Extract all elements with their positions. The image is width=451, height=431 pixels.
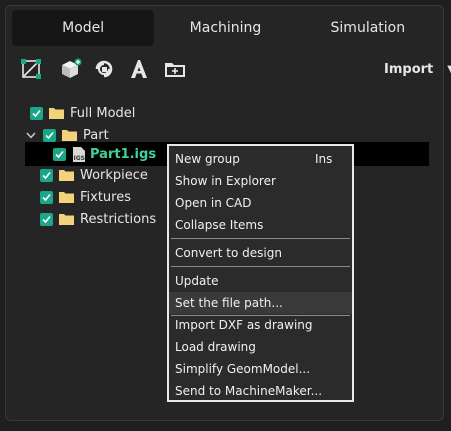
menu-separator bbox=[171, 266, 350, 267]
folder-icon bbox=[49, 108, 64, 119]
tab-machining[interactable]: Machining bbox=[154, 10, 296, 46]
menu-item-show-in-explorer[interactable]: Show in Explorer bbox=[169, 170, 352, 192]
folder-icon bbox=[59, 192, 74, 203]
menu-item-simplify[interactable]: Simplify GeomModel... bbox=[169, 358, 352, 380]
tree-label-full-model: Full Model bbox=[70, 105, 136, 121]
svg-text:IGS: IGS bbox=[74, 155, 85, 162]
tree-label-part: Part bbox=[83, 127, 109, 143]
tree-item-full-model[interactable]: Full Model bbox=[30, 102, 135, 124]
tree-item-part1[interactable]: IGS Part1.igs bbox=[53, 143, 156, 165]
checkbox-full-model[interactable] bbox=[30, 106, 43, 120]
tree-label-part1: Part1.igs bbox=[90, 146, 157, 162]
tab-machining-label: Machining bbox=[189, 20, 262, 36]
checkbox-restrictions[interactable] bbox=[40, 212, 53, 226]
sketch-icon[interactable] bbox=[20, 58, 42, 80]
menu-label-convert-to-design: Convert to design bbox=[175, 246, 282, 260]
menu-item-update[interactable]: Update bbox=[169, 270, 352, 292]
menu-item-send-to-machinemaker[interactable]: Send to MachineMaker... bbox=[169, 380, 352, 402]
chevron-down-icon: ▼ bbox=[447, 64, 451, 75]
context-menu: New group Ins Show in Explorer Open in C… bbox=[167, 144, 354, 402]
menu-label-simplify: Simplify GeomModel... bbox=[175, 362, 311, 376]
igs-file-icon: IGS bbox=[73, 146, 85, 162]
tree-label-workpiece: Workpiece bbox=[80, 167, 148, 183]
checkbox-fixtures[interactable] bbox=[40, 190, 53, 204]
menu-item-new-group[interactable]: New group Ins bbox=[169, 148, 352, 170]
menu-item-convert-to-design[interactable]: Convert to design bbox=[169, 242, 352, 264]
import-dropdown[interactable]: Import ▼ bbox=[384, 62, 451, 77]
text-icon[interactable] bbox=[128, 58, 150, 80]
folder-icon bbox=[59, 214, 74, 225]
toolbar: Import ▼ bbox=[20, 58, 451, 82]
menu-item-collapse-items[interactable]: Collapse Items bbox=[169, 214, 352, 236]
menu-label-import-dxf: Import DXF as drawing bbox=[175, 318, 313, 332]
tree-label-fixtures: Fixtures bbox=[80, 189, 132, 205]
tree-label-restrictions: Restrictions bbox=[80, 211, 157, 227]
menu-item-load-drawing[interactable]: Load drawing bbox=[169, 336, 352, 358]
tab-model-label: Model bbox=[62, 20, 105, 36]
new-folder-icon[interactable] bbox=[164, 58, 186, 80]
refresh-model-icon[interactable] bbox=[93, 58, 115, 80]
menu-label-set-file-path: Set the file path... bbox=[175, 296, 283, 310]
menu-label-open-in-cad: Open in CAD bbox=[175, 196, 252, 210]
checkbox-part[interactable] bbox=[43, 128, 56, 142]
tree-item-fixtures[interactable]: Fixtures bbox=[40, 186, 131, 208]
tree-item-restrictions[interactable]: Restrictions bbox=[40, 208, 156, 230]
folder-icon bbox=[62, 130, 77, 141]
add-solid-icon[interactable] bbox=[60, 58, 82, 80]
menu-item-open-in-cad[interactable]: Open in CAD bbox=[169, 192, 352, 214]
menu-separator bbox=[171, 238, 350, 239]
folder-icon bbox=[59, 170, 74, 181]
checkbox-part1[interactable] bbox=[53, 147, 66, 161]
import-label: Import bbox=[384, 62, 434, 77]
menu-shortcut-new-group: Ins bbox=[315, 152, 333, 166]
menu-label-load-drawing: Load drawing bbox=[175, 340, 256, 354]
chevron-down-icon[interactable] bbox=[26, 132, 36, 139]
tree-item-workpiece[interactable]: Workpiece bbox=[40, 164, 148, 186]
tab-bar: Model Machining Simulation bbox=[12, 10, 439, 46]
menu-label-update: Update bbox=[175, 274, 219, 288]
menu-label-show-in-explorer: Show in Explorer bbox=[175, 174, 276, 188]
menu-label-new-group: New group bbox=[175, 152, 240, 166]
checkbox-workpiece[interactable] bbox=[40, 168, 53, 182]
menu-label-send-to-machinemaker: Send to MachineMaker... bbox=[175, 384, 323, 398]
menu-label-collapse-items: Collapse Items bbox=[175, 218, 264, 232]
tab-simulation-label: Simulation bbox=[330, 20, 406, 36]
tab-simulation[interactable]: Simulation bbox=[297, 10, 439, 46]
menu-item-set-file-path[interactable]: Set the file path... bbox=[169, 292, 352, 314]
tab-model[interactable]: Model bbox=[12, 10, 155, 46]
menu-item-import-dxf[interactable]: Import DXF as drawing bbox=[169, 314, 352, 336]
